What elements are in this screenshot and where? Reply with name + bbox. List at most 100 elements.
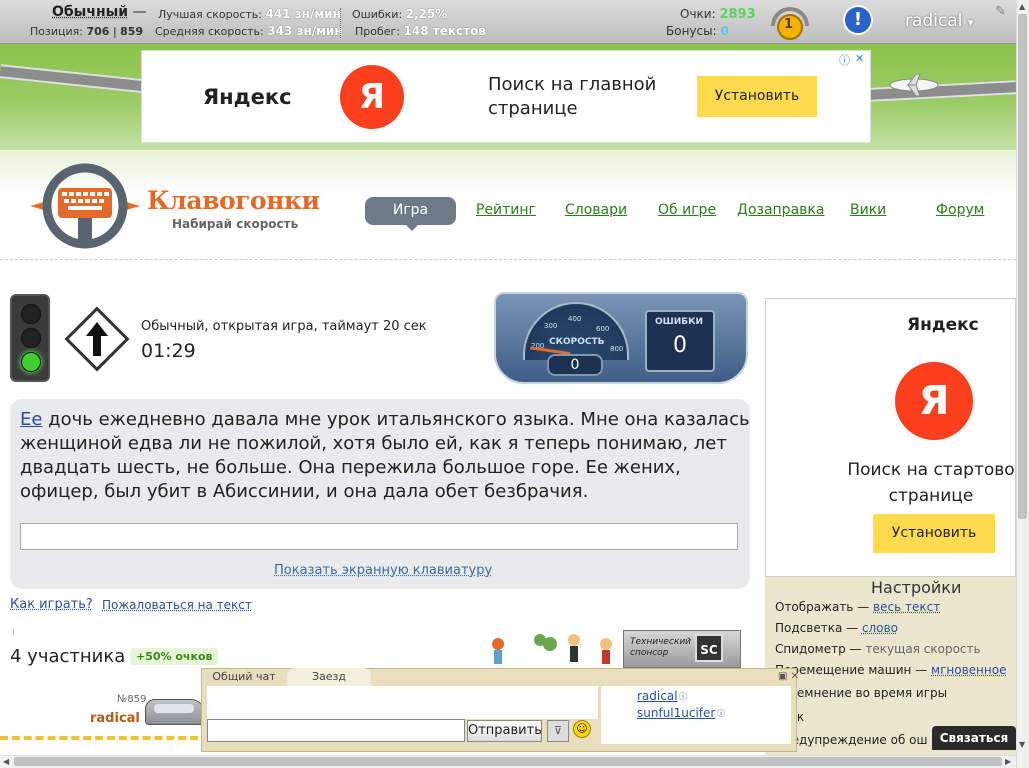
nav-dictionaries-link[interactable]: Словари <box>565 202 627 218</box>
typing-input[interactable] <box>20 523 738 550</box>
speed-value: 0 <box>547 354 603 376</box>
gauge-tick: 400 <box>568 315 582 323</box>
yandex-side-ad[interactable]: Яндекс Я Поиск на стартово странице Уста… <box>765 298 1016 577</box>
scroll-up-icon[interactable]: ▲ <box>1019 2 1025 11</box>
car-icon <box>145 699 205 725</box>
errors-label: ОШИБКИ <box>655 317 704 327</box>
chat-user-link[interactable]: sunful1ucifer <box>637 706 715 720</box>
user-info-icon[interactable]: ⓘ <box>679 691 687 702</box>
nav-wiki-link[interactable]: Вики <box>850 202 886 218</box>
header-divider <box>0 259 1016 260</box>
setting-speedometer: Спидометр — текущая скорость <box>775 642 981 656</box>
chat-window-controls[interactable]: ▣ ✕ <box>778 671 799 682</box>
game-type-label: Обычный, открытая игра, таймаут 20 сек <box>141 319 427 334</box>
tab-race-chat[interactable]: Заезд <box>287 668 371 686</box>
setting-highlight-value[interactable]: слово <box>862 621 898 635</box>
setting-error-warning[interactable]: Предупреждение об ош <box>775 733 927 747</box>
user-menu[interactable]: radical ▾ <box>905 11 973 31</box>
tab-general-chat[interactable]: Общий чат <box>204 668 284 686</box>
yandex-ad-banner[interactable]: Яндекс Я Поиск на главной странице Устан… <box>141 50 871 143</box>
yandex-circle-icon: Я <box>340 65 404 129</box>
bonuses-stat: Бонусы: 0 <box>666 24 729 38</box>
bonus-badge: +50% очков <box>130 648 219 665</box>
scroll-right-icon[interactable]: ▶ <box>1005 757 1011 766</box>
filter-icon[interactable]: ⊽ <box>547 720 569 742</box>
mode-label: Обычный — <box>52 4 147 20</box>
scroll-down-icon[interactable]: ▼ <box>1019 740 1025 749</box>
nav-refuel-link[interactable]: Дозаправка <box>737 202 824 218</box>
airplane-icon <box>886 73 942 97</box>
scroll-left-icon[interactable]: ◀ <box>3 757 9 766</box>
setting-speedometer-value[interactable]: текущая скорость <box>865 642 980 656</box>
setting-display-value[interactable]: весь текст <box>873 600 940 614</box>
chat-send-button[interactable]: Отправить <box>467 720 542 742</box>
remaining-text: дочь ежедневно давала мне урок итальянск… <box>20 409 750 502</box>
yandex-logo: Яндекс <box>203 85 292 109</box>
chevron-down-icon: ▾ <box>967 16 974 29</box>
nav-rating-link[interactable]: Рейтинг <box>476 202 536 218</box>
arrow-up-icon <box>86 322 108 356</box>
ad-close-icon[interactable]: ✕ <box>855 52 864 65</box>
logo-title[interactable]: Клавогонки <box>147 186 320 215</box>
points-stat: Очки: 2893 <box>680 7 756 22</box>
pin-icon[interactable]: ✎ <box>995 4 1006 19</box>
best-speed: Лучшая скорость: 441 зн/мин <box>158 7 341 21</box>
how-to-play-link[interactable]: Как играть? <box>10 597 93 612</box>
setting-highlight: Подсветка — слово <box>775 621 898 635</box>
setting-car-movement-value[interactable]: мгновенное <box>931 663 1006 677</box>
logo-subtitle: Набирай скорость <box>172 217 299 231</box>
smile-icon[interactable]: ☺ <box>573 720 591 738</box>
traffic-light-red <box>21 304 41 324</box>
position-row: Позиция: 706 | 859 <box>30 25 144 38</box>
stats-divider <box>340 8 341 38</box>
position-current-link[interactable]: 706 <box>86 25 109 38</box>
show-keyboard-link[interactable]: Показать экранную клавиатуру <box>274 563 492 578</box>
track-line <box>0 736 210 740</box>
horizontal-scroll-thumb[interactable] <box>14 757 1002 766</box>
setting-dimming[interactable]: Затемнение во время игры <box>775 686 947 700</box>
settings-title: Настройки <box>871 578 962 597</box>
nav-about-link[interactable]: Об игре <box>658 202 716 218</box>
contact-button[interactable]: Связаться <box>932 726 1016 750</box>
player-name-link[interactable]: radical <box>90 711 140 726</box>
steering-wheel-logo-icon[interactable] <box>30 162 140 250</box>
player-number: №859 <box>117 694 147 705</box>
ad-install-button[interactable]: Установить <box>697 76 817 117</box>
gauge-tick: 600 <box>596 325 610 333</box>
road-decoration <box>0 64 151 94</box>
avg-speed: Средняя скорость: 343 зн/мин <box>155 24 343 38</box>
yandex-circle-icon: Я <box>895 362 973 440</box>
mileage-stat: Пробег: 148 текстов <box>355 24 486 38</box>
errors-stat: Ошибки: 2,25% <box>352 7 448 21</box>
current-word: Ее <box>20 409 43 430</box>
tech-sponsor-plate[interactable]: Технический спонсор <box>623 630 741 668</box>
gauge-tick: 300 <box>544 322 558 330</box>
ad-text: Поиск на главной странице <box>488 74 657 119</box>
notifications-icon[interactable]: ! <box>843 5 873 35</box>
complain-text-link[interactable]: Пожаловаться на текст <box>102 598 252 612</box>
errors-value: 0 <box>673 333 687 358</box>
typing-text: Ее дочь ежедневно давала мне урок италья… <box>20 408 750 504</box>
chat-input[interactable] <box>207 719 465 742</box>
spectators-decoration-icon <box>488 630 623 670</box>
setting-display: Отображать — весь текст <box>775 600 941 614</box>
sponsor-logo-icon[interactable]: SC <box>695 634 723 662</box>
ad-info-icon[interactable]: ⓘ <box>839 52 850 68</box>
ad-text: Поиск на стартово странице <box>847 460 1015 506</box>
vertical-scroll-thumb[interactable] <box>1018 14 1027 519</box>
position-total-link[interactable]: 859 <box>120 25 143 38</box>
user-info-icon[interactable]: ⓘ <box>717 708 725 719</box>
dots-decoration: ⁞ <box>12 628 15 638</box>
top-stats-bar: Обычный — Позиция: 706 | 859 Лучшая скор… <box>0 0 1016 44</box>
ad-install-button[interactable]: Установить <box>873 514 995 553</box>
nav-game-tab[interactable]: Игра <box>365 197 456 231</box>
nav-forum-link[interactable]: Форум <box>936 202 984 218</box>
chat-user-link[interactable]: radical <box>637 689 678 703</box>
level-medal-icon[interactable]: 1 <box>769 4 811 40</box>
chat-messages <box>207 686 598 719</box>
participants-count: 4 участника <box>10 646 126 667</box>
yandex-logo: Яндекс <box>907 315 979 335</box>
traffic-light-yellow <box>21 328 41 348</box>
gauge-tick: 800 <box>610 345 624 353</box>
traffic-light-green <box>21 352 41 372</box>
